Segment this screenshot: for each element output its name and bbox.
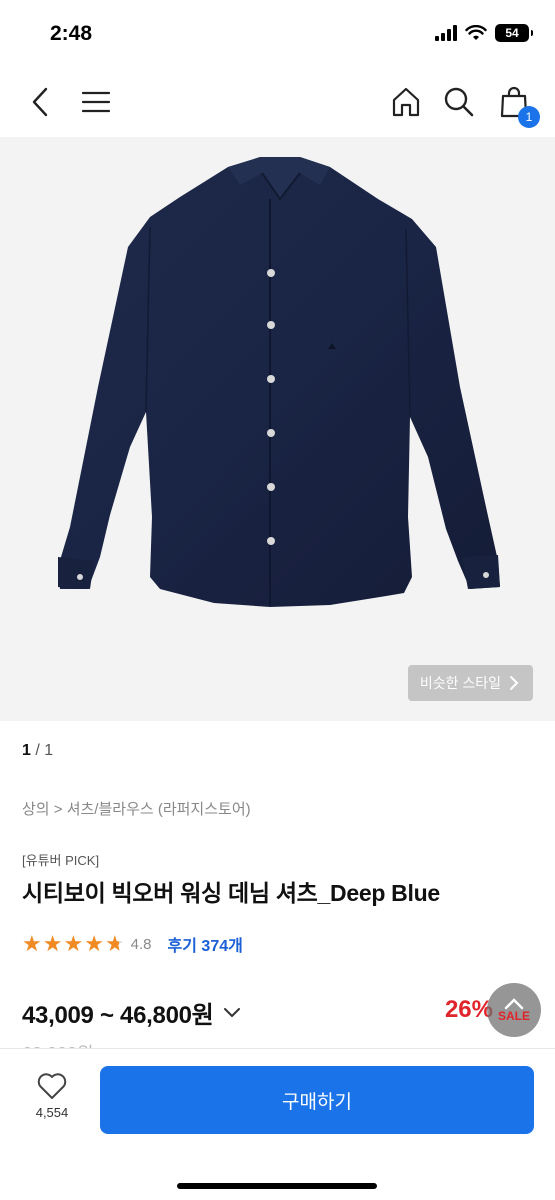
chevron-right-icon (510, 676, 519, 690)
heart-icon (37, 1073, 67, 1099)
star-rating: ★ ★ ★ ★ ★ (22, 933, 125, 955)
bottom-action-bar: 4,554 구매하기 (0, 1048, 555, 1200)
image-counter: 1 / 1 (22, 742, 53, 760)
image-counter-total: / 1 (35, 742, 54, 759)
sale-label: SALE (497, 1009, 530, 1023)
scroll-top-button[interactable]: SALE (487, 983, 541, 1037)
price-range: 43,009 ~ 46,800원 (22, 1002, 214, 1029)
chevron-down-icon (224, 1007, 241, 1017)
discount-rate: 26% (444, 996, 493, 1023)
similar-style-label: 비슷한 스타일 (419, 675, 501, 691)
back-button[interactable] (22, 84, 58, 120)
star-half-icon: ★ (104, 931, 125, 956)
star-icon: ★ (63, 931, 84, 956)
home-icon (392, 87, 420, 117)
rating-score: 4.8 (130, 935, 152, 953)
price-row[interactable]: 43,009 ~ 46,800원 (22, 995, 241, 1030)
status-icons: 54 (435, 24, 533, 42)
image-counter-current: 1 (22, 742, 31, 759)
menu-button[interactable] (78, 84, 114, 120)
product-title: 시티보이 빅오버 워싱 데님 셔츠_Deep Blue (22, 880, 440, 906)
like-count: 4,554 (35, 1105, 69, 1120)
product-tag: [유튜버 PICK] (22, 853, 100, 868)
product-image[interactable]: 비슷한 스타일 (0, 137, 555, 721)
rating-row: ★ ★ ★ ★ ★ 4.8 후기 374개 (22, 932, 243, 956)
star-icon: ★ (42, 931, 63, 956)
status-bar: 2:48 54 (0, 0, 555, 70)
menu-icon (81, 91, 111, 113)
cart-count-badge: 1 (518, 106, 540, 128)
home-button[interactable] (388, 84, 424, 120)
star-icon: ★ (84, 931, 104, 956)
review-count-link[interactable]: 후기 374개 (168, 932, 243, 956)
cellular-signal-icon (435, 25, 457, 41)
wifi-icon (465, 25, 487, 40)
search-button[interactable] (441, 84, 477, 120)
similar-style-button[interactable]: 비슷한 스타일 (407, 665, 533, 701)
top-nav: 1 (0, 70, 555, 136)
back-arrow-icon (32, 87, 48, 117)
breadcrumb[interactable]: 상의 > 셔츠/블라우스 (라퍼지스토어) (22, 798, 251, 819)
status-time: 2:48 (50, 22, 93, 45)
denim-shirt-image (58, 157, 500, 607)
buy-button[interactable]: 구매하기 (100, 1066, 534, 1134)
star-icon: ★ (22, 931, 42, 956)
search-icon (444, 87, 474, 117)
like-button[interactable]: 4,554 (24, 1071, 80, 1120)
cart-button[interactable]: 1 (496, 84, 540, 128)
home-indicator (177, 1183, 377, 1189)
battery-icon: 54 (495, 24, 533, 42)
